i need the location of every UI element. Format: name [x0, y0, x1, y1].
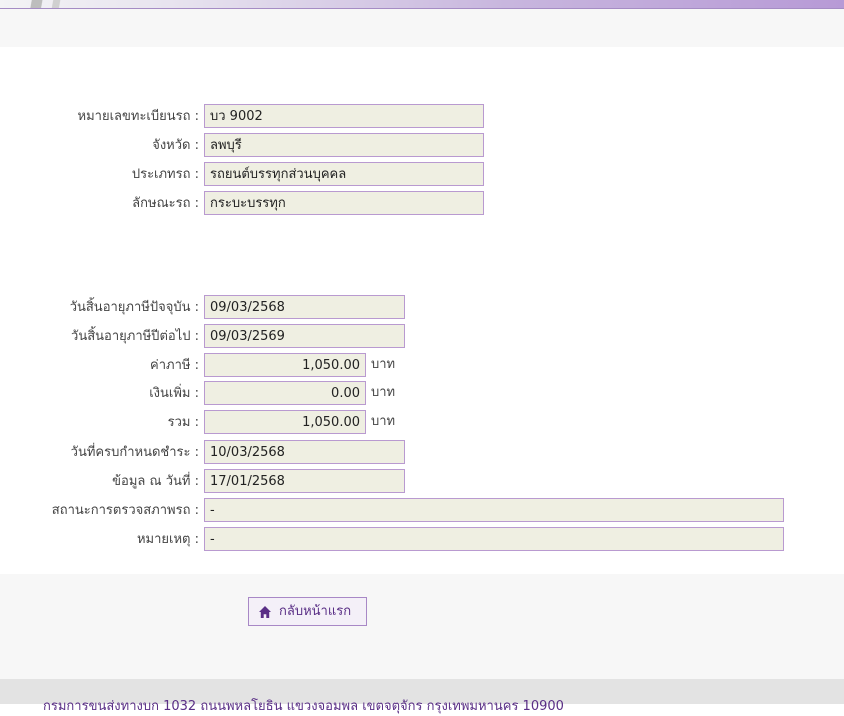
remark-label: หมายเหตุ : [136, 532, 199, 547]
current-expiry-row: วันสิ้นอายุภาษีปัจจุบัน : [0, 295, 199, 321]
header-band [0, 9, 844, 47]
plate-field: บว 9002 [204, 104, 484, 128]
tax-row: ค่าภาษี : [0, 353, 199, 379]
due-date-row: วันที่ครบกำหนดชำระ : [0, 440, 199, 466]
plate-row: หมายเลขทะเบียนรถ : [0, 104, 199, 130]
total-field: 1,050.00 [204, 410, 366, 434]
remark-field: - [204, 527, 784, 551]
style-label: ลักษณะรถ : [132, 196, 199, 211]
home-button[interactable]: กลับหน้าแรก [248, 597, 367, 626]
data-as-of-label: ข้อมูล ณ วันที่ : [112, 474, 199, 489]
surcharge-label: เงินเพิ่ม : [149, 386, 199, 401]
surcharge-row: เงินเพิ่ม : [0, 381, 199, 407]
inspection-status-field: - [204, 498, 784, 522]
inspection-status-label: สถานะการตรวจสภาพรถ : [51, 503, 199, 518]
banner-swoosh [10, 0, 80, 8]
tax-label: ค่าภาษี : [150, 358, 199, 373]
due-date-label: วันที่ครบกำหนดชำระ : [70, 445, 199, 460]
home-icon [259, 606, 271, 618]
style-field: กระบะบรรทุก [204, 191, 484, 215]
current-expiry-label: วันสิ้นอายุภาษีปัจจุบัน : [69, 300, 199, 315]
surcharge-unit: บาท [371, 385, 396, 400]
surcharge-field: 0.00 [204, 381, 366, 405]
inspection-status-row: สถานะการตรวจสภาพรถ : [0, 498, 199, 524]
total-label: รวม : [167, 415, 199, 430]
province-label: จังหวัด : [152, 138, 199, 153]
data-as-of-row: ข้อมูล ณ วันที่ : [0, 469, 199, 495]
action-band [0, 574, 844, 679]
tax-field: 1,050.00 [204, 353, 366, 377]
total-unit: บาท [371, 414, 396, 429]
due-date-field: 10/03/2568 [204, 440, 405, 464]
data-as-of-field: 17/01/2568 [204, 469, 405, 493]
type-row: ประเภทรถ : [0, 162, 199, 188]
type-field: รถยนต์บรรทุกส่วนบุคคล [204, 162, 484, 186]
total-row: รวม : [0, 410, 199, 436]
tax-unit: บาท [371, 357, 396, 372]
top-banner [0, 0, 844, 9]
footer-address: กรมการขนส่งทางบก 1032 ถนนพหลโยธิน แขวงจอ… [43, 699, 564, 714]
plate-label: หมายเลขทะเบียนรถ : [77, 109, 199, 124]
remark-row: หมายเหตุ : [0, 527, 199, 553]
footer: กรมการขนส่งทางบก 1032 ถนนพหลโยธิน แขวงจอ… [0, 679, 844, 714]
type-label: ประเภทรถ : [131, 167, 199, 182]
province-field: ลพบุรี [204, 133, 484, 157]
next-expiry-field: 09/03/2569 [204, 324, 405, 348]
next-expiry-label: วันสิ้นอายุภาษีปีต่อไป : [71, 329, 199, 344]
current-expiry-field: 09/03/2568 [204, 295, 405, 319]
home-button-label: กลับหน้าแรก [279, 604, 352, 619]
next-expiry-row: วันสิ้นอายุภาษีปีต่อไป : [0, 324, 199, 350]
province-row: จังหวัด : [0, 133, 199, 159]
style-row: ลักษณะรถ : [0, 191, 199, 217]
